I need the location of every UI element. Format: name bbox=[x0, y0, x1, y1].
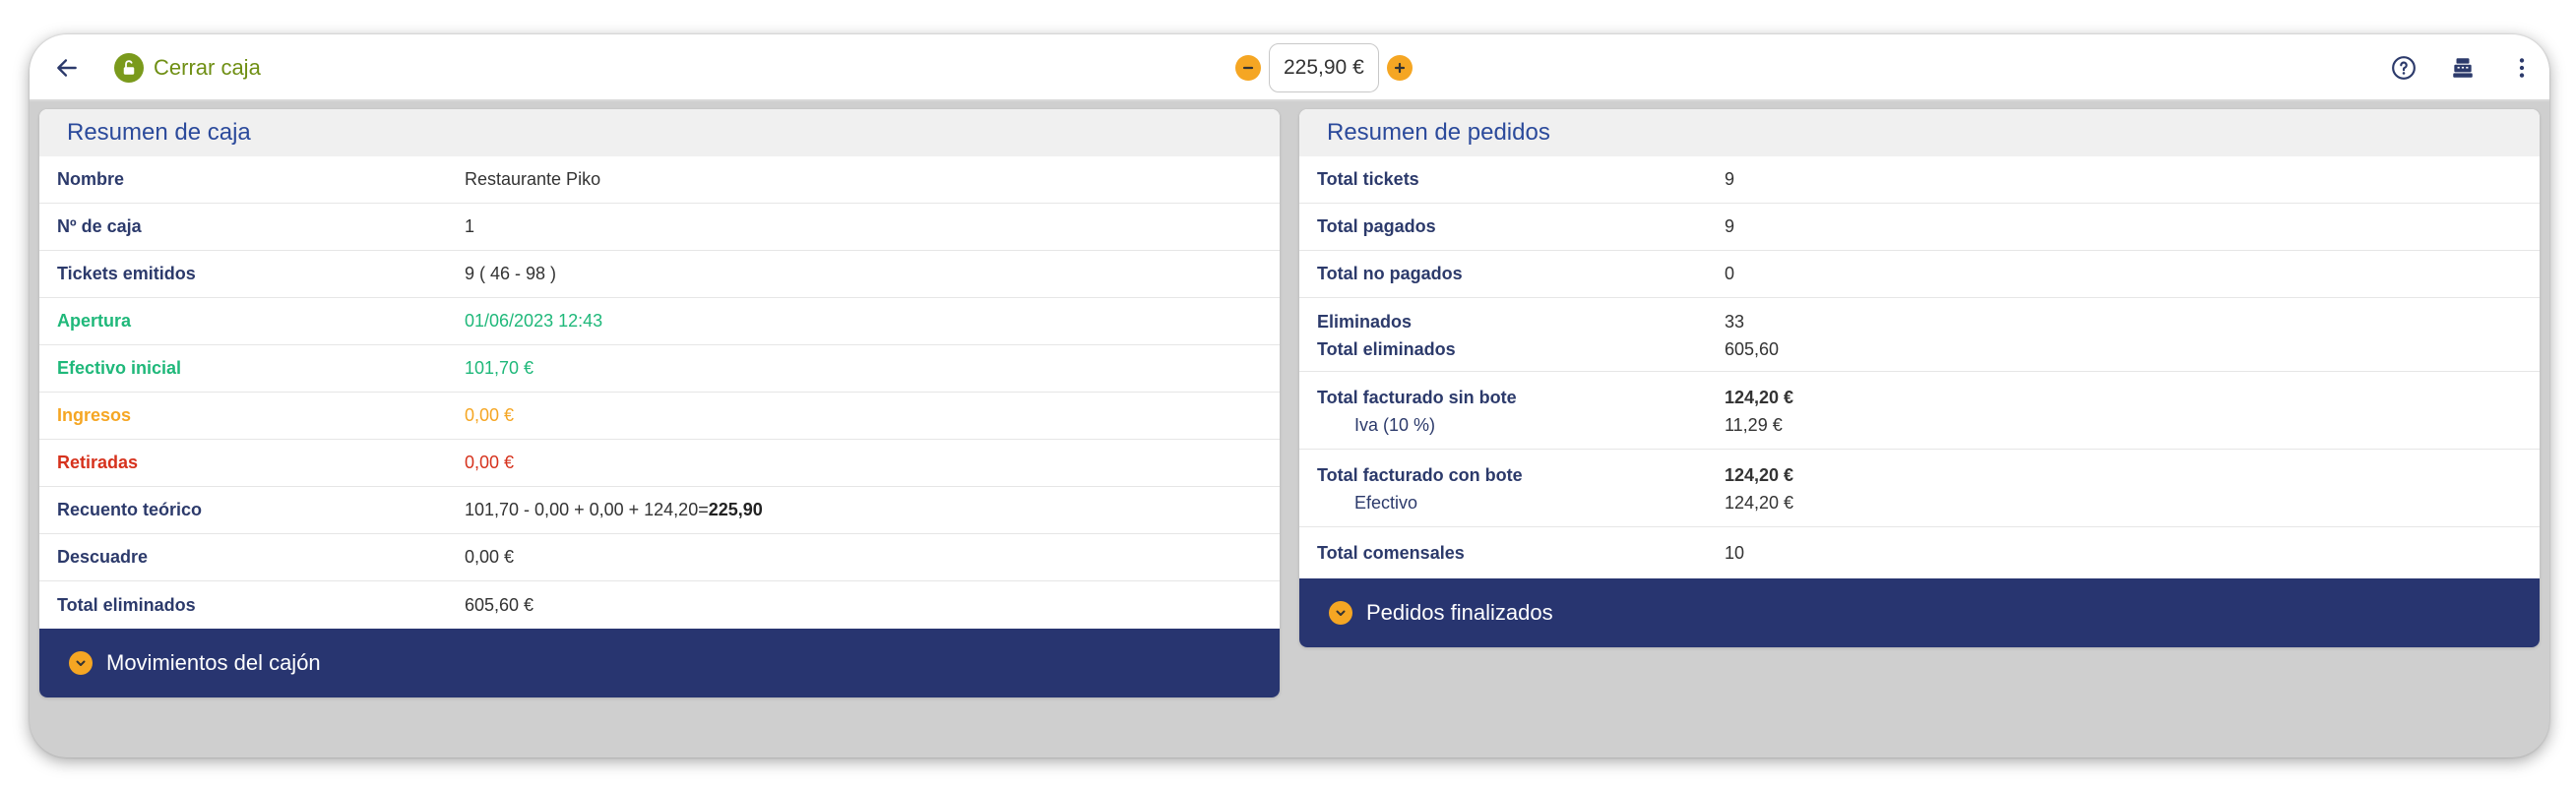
row-value: 0,00 € bbox=[465, 453, 515, 472]
drawer-movements-toggle[interactable]: Movimientos del cajón bbox=[39, 629, 1280, 697]
row-label: Total comensales bbox=[1317, 542, 1465, 563]
total-eliminados-line: Total eliminados 605,60 bbox=[1317, 335, 2540, 363]
row-value: 9 ( 46 - 98 ) bbox=[465, 264, 557, 283]
row-facturado-sin-bote: Total facturado sin bote 124,20 € Iva (1… bbox=[1299, 372, 2540, 450]
more-options-button[interactable] bbox=[2506, 52, 2538, 84]
row-sub-value: 11,29 € bbox=[1725, 414, 1783, 435]
back-arrow-icon bbox=[57, 59, 77, 77]
row-value: 101,70 - 0,00 + 0,00 + 124,20=225,90 bbox=[465, 500, 763, 520]
cash-summary-title: Resumen de caja bbox=[39, 109, 1280, 156]
row-label: Total eliminados bbox=[1317, 338, 1456, 359]
cash-summary-panel: Resumen de caja Nombre Restaurante Piko … bbox=[39, 109, 1280, 697]
row-value: 1 bbox=[465, 216, 475, 236]
row-descuadre: Descuadre 0,00 € bbox=[39, 534, 1280, 581]
amount-field[interactable]: 225,90 € bbox=[1269, 43, 1379, 92]
plus-icon bbox=[1394, 62, 1405, 74]
row-total-pagados: Total pagados 9 bbox=[1299, 204, 2540, 251]
row-efectivo-inicial: Efectivo inicial 101,70 € bbox=[39, 345, 1280, 393]
row-total-eliminados: Total eliminados 605,60 € bbox=[39, 581, 1280, 629]
row-value: 9 bbox=[1725, 216, 1735, 236]
minus-icon bbox=[1242, 66, 1254, 70]
page-title: Cerrar caja bbox=[154, 55, 261, 80]
title-group: Cerrar caja bbox=[114, 52, 261, 84]
row-value: 0,00 € bbox=[465, 405, 515, 425]
drawer-movements-label: Movimientos del cajón bbox=[106, 650, 321, 675]
row-value: 124,20 € bbox=[1725, 464, 1794, 485]
help-icon bbox=[2392, 56, 2416, 80]
row-numero-caja: Nº de caja 1 bbox=[39, 204, 1280, 251]
row-label: Total eliminados bbox=[57, 594, 196, 615]
unlock-icon bbox=[114, 53, 144, 83]
row-value: 0,00 € bbox=[465, 547, 515, 567]
row-total-no-pagados: Total no pagados 0 bbox=[1299, 251, 2540, 298]
row-value: 9 bbox=[1725, 169, 1735, 189]
row-label: Ingresos bbox=[57, 405, 132, 425]
row-apertura: Apertura 01/06/2023 12:43 bbox=[39, 298, 1280, 345]
row-label: Apertura bbox=[57, 311, 132, 331]
row-value: Restaurante Piko bbox=[465, 169, 601, 189]
row-value: 01/06/2023 12:43 bbox=[465, 311, 603, 331]
row-label: Recuento teórico bbox=[57, 500, 203, 519]
app-window: Cerrar caja 225,90 € Resumen de caja Nom… bbox=[30, 34, 2549, 757]
more-vert-icon bbox=[2519, 58, 2525, 78]
orders-summary-title: Resumen de pedidos bbox=[1299, 109, 2540, 156]
row-tickets-emitidos: Tickets emitidos 9 ( 46 - 98 ) bbox=[39, 251, 1280, 298]
row-label: Total pagados bbox=[1317, 216, 1436, 236]
row-value: 0 bbox=[1725, 264, 1735, 283]
chevron-down-icon bbox=[69, 651, 93, 675]
formula-result: 225,90 bbox=[708, 500, 763, 519]
orders-summary-panel: Resumen de pedidos Total tickets 9 Total… bbox=[1299, 109, 2540, 647]
cash-register-icon bbox=[2453, 58, 2473, 78]
row-label: Total facturado sin bote bbox=[1317, 387, 1517, 407]
row-label: Descuadre bbox=[57, 547, 149, 567]
row-total-tickets: Total tickets 9 bbox=[1299, 156, 2540, 204]
toolbar-icons bbox=[2388, 52, 2538, 84]
row-sub-value: 124,20 € bbox=[1725, 492, 1794, 513]
row-label: Total facturado con bote bbox=[1317, 464, 1523, 485]
row-sub-label: Iva (10 %) bbox=[1354, 414, 1436, 435]
row-label: Efectivo inicial bbox=[57, 358, 182, 378]
decrease-button[interactable] bbox=[1235, 55, 1261, 81]
amount-control: 225,90 € bbox=[1235, 42, 1413, 93]
row-sub-label: Efectivo bbox=[1354, 492, 1418, 513]
row-value: 101,70 € bbox=[465, 358, 534, 378]
row-label: Tickets emitidos bbox=[57, 264, 196, 283]
help-button[interactable] bbox=[2388, 52, 2419, 84]
row-label: Total tickets bbox=[1317, 169, 1419, 189]
row-label: Total no pagados bbox=[1317, 264, 1463, 283]
finished-orders-toggle[interactable]: Pedidos finalizados bbox=[1299, 578, 2540, 647]
back-button[interactable] bbox=[47, 48, 87, 88]
chevron-down-icon bbox=[1329, 601, 1352, 625]
row-facturado-con-bote: Total facturado con bote 124,20 € Efecti… bbox=[1299, 450, 2540, 527]
formula-text: 101,70 - 0,00 + 0,00 + 124,20= bbox=[465, 500, 709, 519]
row-value: 33 bbox=[1725, 311, 1745, 332]
eliminados-line: Eliminados 33 bbox=[1317, 308, 2540, 335]
row-value: 124,20 € bbox=[1725, 387, 1794, 407]
row-label: Retiradas bbox=[57, 453, 139, 472]
row-value: 605,60 € bbox=[465, 594, 534, 615]
row-label: Nombre bbox=[57, 169, 125, 189]
row-value: 10 bbox=[1725, 542, 1745, 563]
row-recuento-teorico: Recuento teórico 101,70 - 0,00 + 0,00 + … bbox=[39, 487, 1280, 534]
row-label: Nº de caja bbox=[57, 216, 142, 236]
iva-line: Iva (10 %) 11,29 € bbox=[1317, 411, 2540, 439]
cash-register-button[interactable] bbox=[2447, 52, 2479, 84]
row-value: 605,60 bbox=[1725, 338, 1780, 359]
sin-bote-line: Total facturado sin bote 124,20 € bbox=[1317, 384, 2540, 411]
row-retiradas: Retiradas 0,00 € bbox=[39, 440, 1280, 487]
finished-orders-label: Pedidos finalizados bbox=[1366, 600, 1553, 625]
row-label: Eliminados bbox=[1317, 311, 1413, 332]
con-bote-line: Total facturado con bote 124,20 € bbox=[1317, 461, 2540, 489]
row-total-comensales: Total comensales 10 bbox=[1299, 527, 2540, 578]
increase-button[interactable] bbox=[1386, 55, 1413, 81]
row-nombre: Nombre Restaurante Piko bbox=[39, 156, 1280, 204]
row-eliminados: Eliminados 33 Total eliminados 605,60 bbox=[1299, 298, 2540, 372]
efectivo-line: Efectivo 124,20 € bbox=[1317, 489, 2540, 516]
top-bar: Cerrar caja 225,90 € bbox=[30, 34, 2549, 101]
row-ingresos: Ingresos 0,00 € bbox=[39, 393, 1280, 440]
